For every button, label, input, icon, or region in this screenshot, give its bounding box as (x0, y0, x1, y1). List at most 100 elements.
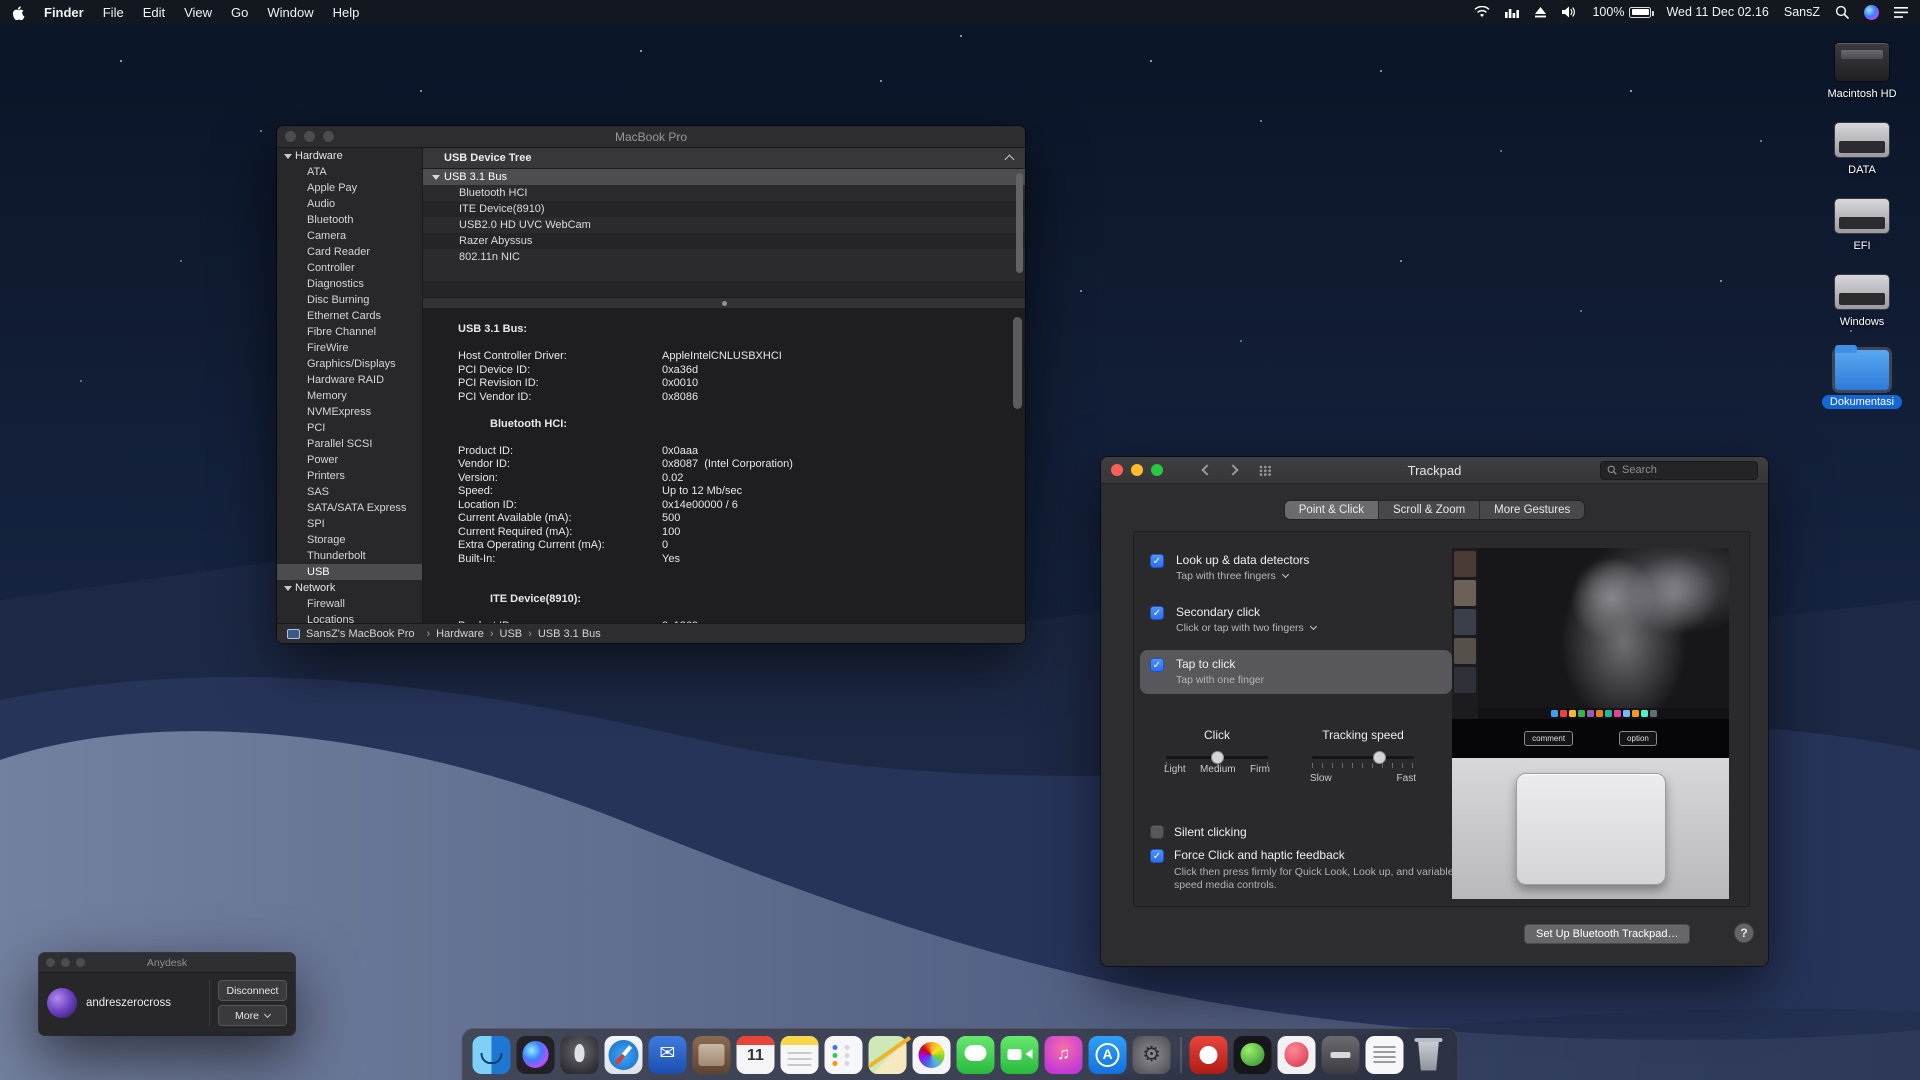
system-information-titlebar[interactable]: MacBook Pro (277, 126, 1025, 148)
help-button[interactable]: ? (1734, 923, 1754, 943)
trackpad-option-look-up-data-detectors[interactable]: Look up & data detectors Tap with three … (1140, 546, 1452, 590)
spotlight-search-icon[interactable] (1835, 5, 1849, 19)
dock-icon-facetime[interactable] (999, 1034, 1041, 1076)
dock-icon-app-red[interactable] (1188, 1034, 1230, 1076)
sidebar-item-memory[interactable]: Memory (277, 388, 422, 404)
desktop-icon-efi[interactable]: EFI (1814, 198, 1910, 253)
pane-splitter-handle[interactable] (423, 297, 1025, 309)
sidebar-item-fibre-channel[interactable]: Fibre Channel (277, 324, 422, 340)
sidebar-item-network[interactable]: Network (277, 580, 422, 596)
checkbox[interactable] (1150, 825, 1164, 839)
checkbox[interactable] (1150, 606, 1164, 620)
dock-icon-trash[interactable] (1408, 1034, 1450, 1076)
usb-device-tree-header[interactable]: USB Device Tree (423, 148, 1025, 169)
menu-item-view[interactable]: View (184, 5, 212, 20)
chevron-down-icon[interactable] (1310, 623, 1317, 630)
device-tree-row-usb-3-1-bus[interactable]: USB 3.1 Bus (423, 169, 1025, 185)
dock-icon-launchpad[interactable] (559, 1034, 601, 1076)
details-scrollbar[interactable] (1013, 317, 1022, 409)
breadcrumb-item[interactable]: Hardware (420, 628, 483, 640)
desktop-icon-macintosh-hd[interactable]: Macintosh HD (1814, 42, 1910, 101)
sidebar-item-ata[interactable]: ATA (277, 164, 422, 180)
trackpad-option-tap-to-click[interactable]: Tap to click Tap with one finger (1140, 650, 1452, 694)
force-click-row[interactable]: Force Click and haptic feedback Click th… (1150, 848, 1456, 892)
computer-name-label[interactable]: SansZ's MacBook Pro (306, 628, 414, 640)
apple-menu-icon[interactable] (12, 5, 25, 20)
fast-user-switch-label[interactable]: SansZ (1784, 5, 1820, 19)
disclosure-triangle-icon[interactable] (284, 586, 292, 595)
close-button[interactable] (46, 958, 55, 967)
checkbox[interactable] (1150, 658, 1164, 672)
dock-icon-finder[interactable] (471, 1034, 513, 1076)
minimize-button[interactable] (1131, 464, 1143, 476)
sidebar-item-card-reader[interactable]: Card Reader (277, 244, 422, 260)
siri-icon[interactable] (1864, 5, 1879, 20)
click-slider-thumb[interactable] (1211, 751, 1224, 764)
sidebar-item-usb[interactable]: USB (277, 564, 422, 580)
sidebar-item-controller[interactable]: Controller (277, 260, 422, 276)
sidebar-item-sas[interactable]: SAS (277, 484, 422, 500)
sidebar-item-nvmexpress[interactable]: NVMExpress (277, 404, 422, 420)
dock-icon-app-gray[interactable] (1320, 1034, 1362, 1076)
tab-more-gestures[interactable]: More Gestures (1480, 501, 1584, 519)
sidebar-item-firewall[interactable]: Firewall (277, 596, 422, 612)
sidebar-item-firewire[interactable]: FireWire (277, 340, 422, 356)
close-button[interactable] (285, 131, 296, 142)
menu-item-edit[interactable]: Edit (143, 5, 165, 20)
tab-point-click[interactable]: Point & Click (1285, 501, 1379, 519)
volume-icon[interactable] (1562, 6, 1577, 18)
breadcrumb-item[interactable]: USB (484, 628, 522, 640)
menu-item-help[interactable]: Help (333, 5, 360, 20)
more-button[interactable]: More (218, 1005, 287, 1026)
menu-bar-clock[interactable]: Wed 11 Dec 02.16 (1666, 5, 1768, 19)
dock-icon-settings[interactable] (1131, 1034, 1173, 1076)
dock-icon-appstore[interactable] (1087, 1034, 1129, 1076)
sidebar-item-bluetooth[interactable]: Bluetooth (277, 212, 422, 228)
menu-item-finder[interactable]: Finder (44, 5, 84, 20)
notification-center-icon[interactable] (1894, 7, 1908, 18)
sidebar-item-disc-burning[interactable]: Disc Burning (277, 292, 422, 308)
sidebar-item-diagnostics[interactable]: Diagnostics (277, 276, 422, 292)
tracking-slider-track[interactable] (1312, 756, 1414, 759)
tracking-slider-thumb[interactable] (1373, 751, 1386, 764)
sidebar-item-pci[interactable]: PCI (277, 420, 422, 436)
sidebar-item-apple-pay[interactable]: Apple Pay (277, 180, 422, 196)
dock-icon-app-green[interactable] (1232, 1034, 1274, 1076)
dock-icon-separator[interactable] (1175, 1034, 1186, 1076)
sidebar-item-hardware-raid[interactable]: Hardware RAID (277, 372, 422, 388)
sidebar-item-power[interactable]: Power (277, 452, 422, 468)
device-tree-row-ite-device-8910[interactable]: ITE Device(8910) (423, 201, 1025, 217)
dock-icon-mail[interactable] (647, 1034, 689, 1076)
dock-icon-contacts[interactable] (691, 1034, 733, 1076)
eject-icon[interactable] (1534, 7, 1547, 18)
dock-icon-photos[interactable] (911, 1034, 953, 1076)
tab-scroll-zoom[interactable]: Scroll & Zoom (1379, 501, 1480, 519)
trackpad-option-secondary-click[interactable]: Secondary click Click or tap with two fi… (1140, 598, 1452, 642)
forward-button[interactable] (1227, 464, 1238, 475)
sidebar-item-ethernet-cards[interactable]: Ethernet Cards (277, 308, 422, 324)
zoom-button[interactable] (76, 958, 85, 967)
sidebar-item-spi[interactable]: SPI (277, 516, 422, 532)
dock-icon-calendar[interactable]: 11 (735, 1034, 777, 1076)
menu-item-file[interactable]: File (103, 5, 124, 20)
sidebar-item-hardware[interactable]: Hardware (277, 148, 422, 164)
disconnect-button[interactable]: Disconnect (218, 980, 287, 1001)
dock-icon-itunes[interactable] (1043, 1034, 1085, 1076)
silent-clicking-row[interactable]: Silent clicking (1150, 824, 1247, 839)
sidebar-item-graphics-displays[interactable]: Graphics/Displays (277, 356, 422, 372)
menu-item-go[interactable]: Go (231, 5, 248, 20)
checkbox[interactable] (1150, 554, 1164, 568)
zoom-button[interactable] (323, 131, 334, 142)
dock-icon-siri[interactable] (515, 1034, 557, 1076)
anydesk-titlebar[interactable]: Anydesk (39, 953, 295, 973)
desktop-icon-data[interactable]: DATA (1814, 122, 1910, 177)
click-slider-track[interactable] (1166, 756, 1268, 759)
dock-icon-messages[interactable] (955, 1034, 997, 1076)
dock-icon-reminders[interactable] (823, 1034, 865, 1076)
desktop-icon-windows[interactable]: Windows (1814, 274, 1910, 329)
sidebar-item-sata-sata-express[interactable]: SATA/SATA Express (277, 500, 422, 516)
sidebar-item-parallel-scsi[interactable]: Parallel SCSI (277, 436, 422, 452)
minimize-button[interactable] (61, 958, 70, 967)
breadcrumb-item[interactable]: USB 3.1 Bus (522, 628, 601, 640)
back-button[interactable] (1201, 464, 1212, 475)
